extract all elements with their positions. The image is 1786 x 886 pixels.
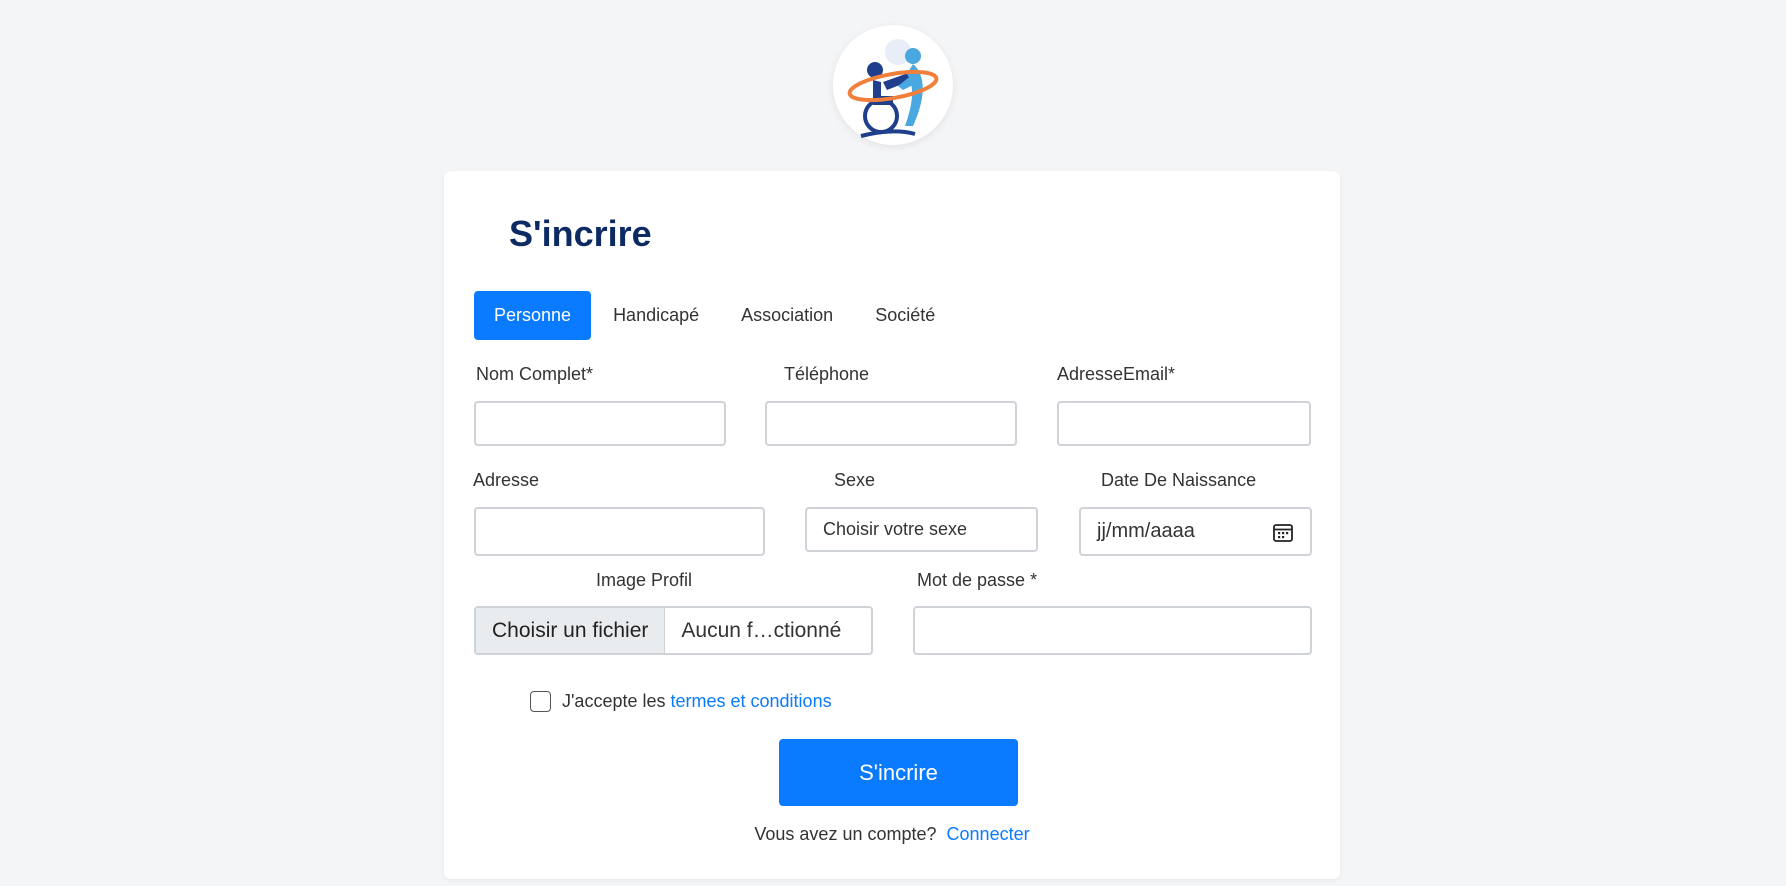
image-label: Image Profil	[596, 570, 693, 590]
telephone-label: Téléphone	[784, 364, 870, 384]
date-placeholder: jj/mm/aaaa	[1097, 520, 1195, 542]
signup-button[interactable]: S'incrire	[779, 739, 1018, 806]
file-name: Aucun f…ctionné	[681, 618, 842, 642]
terms-link[interactable]: termes et conditions	[671, 691, 832, 712]
tab-bar: Personne Handicapé Association Société	[474, 291, 957, 340]
password-label: Mot de passe *	[917, 570, 1038, 590]
date-input[interactable]: jj/mm/aaaa	[1079, 507, 1312, 556]
logo	[833, 25, 953, 145]
page-title: S'incrire	[509, 213, 652, 254]
image-file-input[interactable]: Choisir un fichier Aucun f…ctionné	[474, 606, 873, 655]
nom-label: Nom Complet*	[476, 364, 594, 384]
login-prompt: Vous avez un compte? Connecter	[444, 824, 1340, 845]
terms-row: J'accepte les termes et conditions	[530, 691, 832, 712]
sexe-select[interactable]: Choisir votre sexe	[805, 507, 1038, 552]
terms-text: J'accepte les	[562, 691, 666, 711]
email-input[interactable]	[1057, 401, 1311, 446]
email-label: AdresseEmail*	[1057, 364, 1176, 384]
logo-icon	[847, 39, 939, 138]
tab-personne[interactable]: Personne	[474, 291, 592, 340]
login-text: Vous avez un compte?	[754, 824, 937, 844]
signup-card: S'incrire Personne Handicapé Association…	[444, 171, 1340, 879]
date-label: Date De Naissance	[1101, 470, 1257, 490]
terms-checkbox[interactable]	[530, 691, 551, 712]
tab-societe[interactable]: Société	[855, 291, 955, 340]
sexe-label: Sexe	[834, 470, 876, 490]
adresse-input[interactable]	[474, 507, 765, 556]
calendar-icon[interactable]	[1272, 521, 1294, 543]
page: S'incrire Personne Handicapé Association…	[0, 0, 1786, 886]
choose-file-button[interactable]: Choisir un fichier	[476, 608, 666, 653]
nom-input[interactable]	[474, 401, 726, 446]
telephone-input[interactable]	[765, 401, 1017, 446]
tab-handicape[interactable]: Handicapé	[593, 291, 719, 340]
tab-association[interactable]: Association	[721, 291, 853, 340]
password-input[interactable]	[913, 606, 1312, 655]
login-link[interactable]: Connecter	[947, 824, 1030, 844]
adresse-label: Adresse	[473, 470, 540, 490]
sexe-select-value: Choisir votre sexe	[823, 519, 968, 539]
